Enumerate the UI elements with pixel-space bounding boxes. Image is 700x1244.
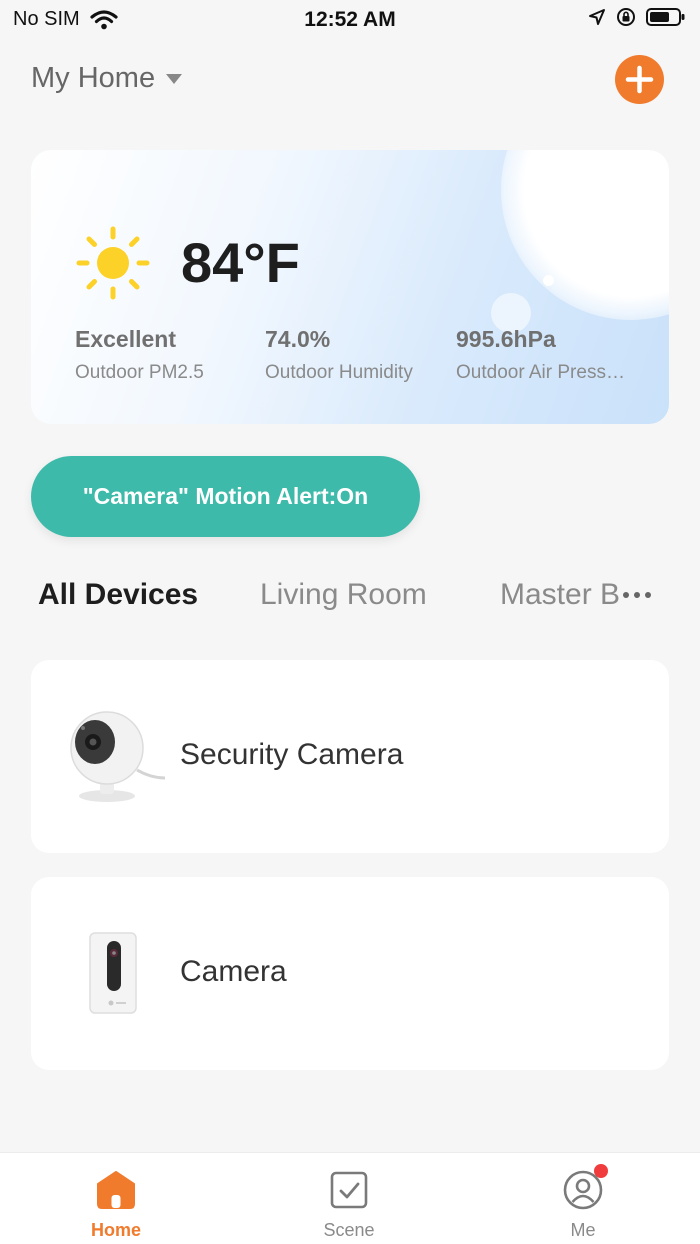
tab-home[interactable]: Home — [56, 1153, 176, 1244]
tab-label: Scene — [323, 1220, 375, 1240]
tab-label: Me — [570, 1220, 596, 1240]
device-name: Security Camera — [180, 738, 404, 771]
scene-checkbox-icon — [330, 1171, 368, 1209]
device-name: Camera — [180, 955, 287, 988]
indoor-camera-image — [89, 932, 137, 1014]
metric-air-pressure: 995.6hPa Outdoor Air Pressure — [456, 326, 631, 384]
metric-value: 995.6hPa — [456, 326, 556, 352]
weather-card[interactable]: 84°F Excellent Outdoor PM2.5 74.0% Outdo… — [31, 150, 669, 424]
tab-all-devices[interactable]: All Devices — [38, 578, 198, 612]
metric-pm25: Excellent Outdoor PM2.5 — [75, 326, 250, 384]
room-tabs: All Devices Living Room Master Bedroom — [38, 578, 658, 618]
orientation-lock-icon — [617, 8, 635, 26]
tab-living-room[interactable]: Living Room — [260, 578, 427, 612]
tab-scene[interactable]: Scene — [289, 1153, 409, 1244]
add-device-button[interactable] — [615, 55, 664, 104]
location-arrow-icon — [589, 9, 605, 25]
home-name: My Home — [31, 62, 156, 94]
device-card-camera[interactable]: Camera — [31, 877, 669, 1070]
more-rooms-icon[interactable] — [623, 580, 651, 610]
motion-alert-button[interactable]: "Camera" Motion Alert:On — [31, 456, 420, 537]
home-selector[interactable]: My Home — [31, 62, 183, 95]
notification-badge — [594, 1164, 608, 1178]
metric-humidity: 74.0% Outdoor Humidity — [265, 326, 440, 384]
status-indicators — [588, 7, 686, 27]
tab-label: Home — [90, 1220, 141, 1240]
metric-value: Excellent — [75, 326, 176, 352]
sun-glow-decoration — [501, 150, 669, 320]
temperature-value: 84°F — [181, 231, 300, 294]
tab-me[interactable]: Me — [523, 1153, 643, 1244]
plus-icon — [625, 65, 654, 94]
home-icon — [97, 1171, 135, 1209]
metric-label: Outdoor Air Pressure — [456, 362, 631, 383]
device-card-security-camera[interactable]: Security Camera — [31, 660, 669, 853]
bottom-tab-bar: Home Scene Me — [0, 1152, 700, 1244]
metric-label: Outdoor PM2.5 — [75, 362, 204, 383]
sun-icon — [76, 226, 150, 300]
status-bar: No SIM 12:52 AM — [0, 0, 700, 40]
light-dot-decoration — [543, 275, 554, 286]
caret-down-icon — [166, 73, 183, 84]
security-camera-image — [70, 711, 166, 802]
battery-icon — [646, 8, 685, 26]
tab-master-bedroom[interactable]: Master Bedroom — [500, 578, 620, 612]
metric-value: 74.0% — [265, 326, 331, 352]
metric-label: Outdoor Humidity — [265, 362, 413, 383]
